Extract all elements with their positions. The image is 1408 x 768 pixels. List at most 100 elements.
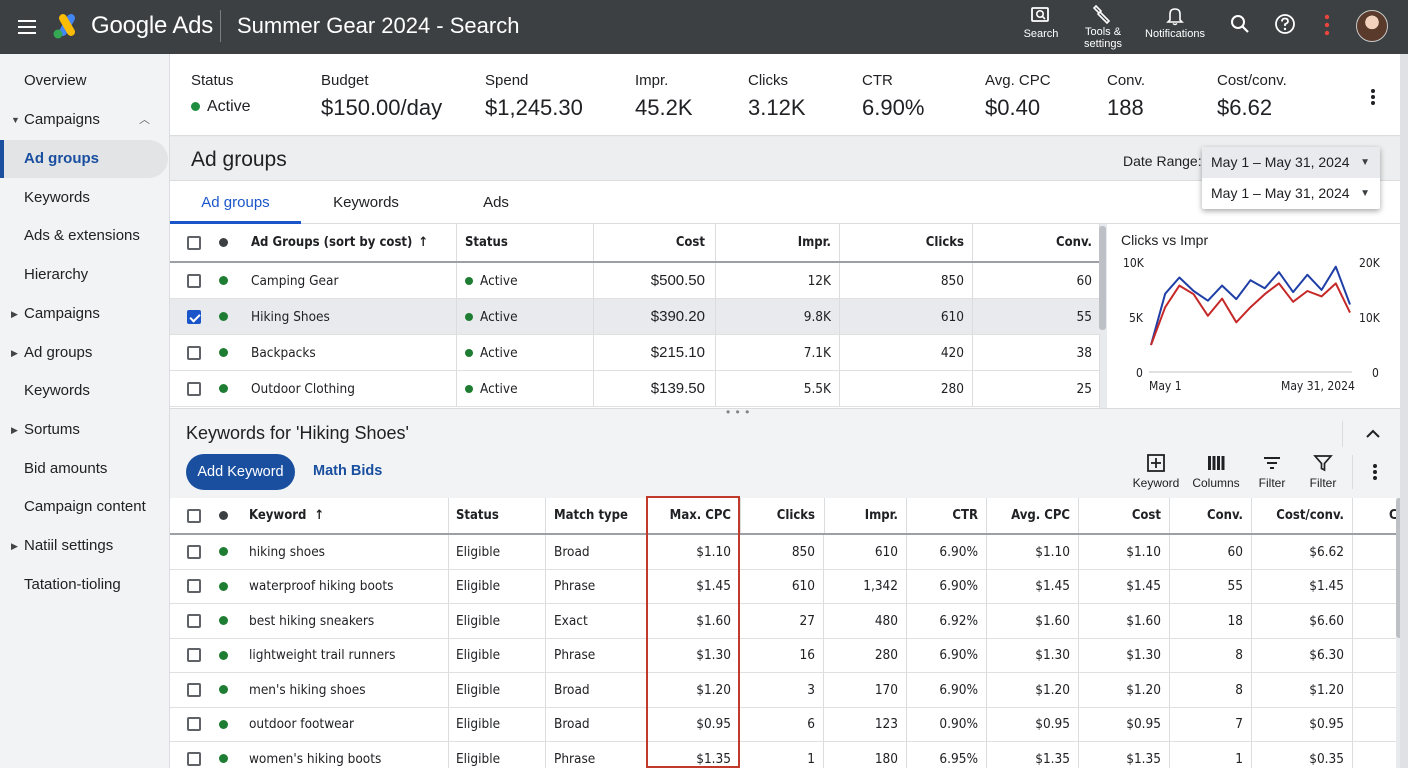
col-header-avg-cpc[interactable]: Avg. CPC (986, 498, 1070, 533)
nav-overview[interactable]: Overview (0, 62, 168, 100)
table-row[interactable]: Backpacks Active $215.10 7.1K 420 38 (170, 335, 1100, 371)
keyword-text-link[interactable]: waterproof hiking boots (249, 570, 393, 604)
col-header-clicks[interactable]: Clicks (740, 498, 815, 533)
checkbox-box[interactable] (187, 648, 201, 663)
tab-ad-groups[interactable]: Ad groups (170, 181, 301, 224)
nav-campaigns-section[interactable]: ▼ Campaigns ︿ (0, 101, 168, 139)
nav-natiil-settings[interactable]: ▶ Natiil settings (0, 527, 168, 565)
col-header-extra[interactable]: C (1389, 498, 1396, 533)
nav-hierarchy[interactable]: Hierarchy (0, 256, 168, 294)
select-all-checkbox[interactable] (187, 498, 201, 533)
checkbox-box[interactable] (187, 717, 201, 732)
collapse-panel-button[interactable] (1342, 421, 1400, 447)
chevron-up-icon[interactable]: ︿ (139, 101, 150, 139)
table-row[interactable]: Hiking Shoes Active $390.20 9.8K 610 55 (170, 299, 1100, 335)
checkbox-box[interactable] (187, 345, 201, 360)
notifications-action[interactable]: Notifications (1141, 6, 1209, 40)
checkbox-box[interactable] (187, 613, 201, 628)
tab-ads[interactable]: Ads (463, 181, 529, 224)
col-header-conv[interactable]: Conv. (1169, 498, 1243, 533)
search-action[interactable]: Search (1020, 6, 1062, 40)
keyword-text-link[interactable]: women's hiking boots (249, 742, 381, 768)
vertical-scrollbar[interactable] (1099, 226, 1106, 330)
user-avatar[interactable] (1356, 10, 1388, 42)
tools-settings-action[interactable]: Tools & settings (1079, 4, 1127, 50)
table-row[interactable]: lightweight trail runners Eligible Phrase $… (170, 638, 1396, 673)
stat-budget[interactable]: Budget $150.00/day (321, 72, 442, 121)
magnifier-icon[interactable] (1229, 13, 1251, 35)
table-row[interactable]: Camping Gear Active $500.50 12K 850 60 (170, 263, 1100, 299)
row-checkbox[interactable] (187, 299, 201, 334)
checkbox-box[interactable] (187, 309, 201, 324)
col-header-impr[interactable]: Impr. (824, 498, 898, 533)
resize-handle-icon[interactable]: • • • (726, 405, 750, 419)
ad-group-name-link[interactable]: Backpacks (251, 335, 316, 370)
checkbox-box[interactable] (187, 751, 201, 766)
nav-ad-groups-2[interactable]: ▶ Ad groups (0, 334, 168, 372)
table-row[interactable]: waterproof hiking boots Eligible Phrase $1.… (170, 569, 1396, 604)
table-row[interactable]: hiking shoes Eligible Broad $1.10 850 610 6.90… (170, 535, 1396, 570)
row-checkbox[interactable] (187, 535, 201, 569)
row-checkbox[interactable] (187, 604, 201, 638)
col-header-keyword[interactable]: Keyword ↑ (249, 498, 324, 533)
keyword-text-link[interactable]: outdoor footwear (249, 708, 354, 742)
col-header-cost[interactable]: Cost (1078, 498, 1161, 533)
ad-group-name-link[interactable]: Hiking Shoes (251, 299, 330, 334)
keyword-text-link[interactable]: hiking shoes (249, 535, 325, 569)
checkbox-box[interactable] (187, 682, 201, 697)
more-vert-alert-icon[interactable] (1320, 13, 1334, 37)
nav-keywords-2[interactable]: Keywords (0, 372, 168, 410)
row-checkbox[interactable] (187, 639, 201, 673)
ad-group-name-link[interactable]: Camping Gear (251, 263, 338, 298)
row-checkbox[interactable] (187, 371, 201, 406)
checkbox-box[interactable] (187, 235, 201, 250)
row-checkbox[interactable] (187, 742, 201, 768)
more-options-icon[interactable] (1370, 88, 1376, 106)
help-icon[interactable] (1274, 13, 1296, 35)
ad-group-name-link[interactable]: Outdoor Clothing (251, 371, 355, 406)
row-checkbox[interactable] (187, 708, 201, 742)
row-checkbox[interactable] (187, 335, 201, 370)
date-range-option[interactable]: May 1 – May 31, 2024 ▼ (1202, 178, 1380, 209)
table-row[interactable]: women's hiking boots Eligible Phrase $1.35 1… (170, 742, 1396, 768)
nav-sortums[interactable]: ▶ Sortums (0, 411, 168, 449)
col-header-status[interactable]: Status (456, 498, 499, 533)
row-checkbox[interactable] (187, 263, 201, 298)
brand-name[interactable]: Google Ads (91, 12, 213, 40)
table-row[interactable]: Outdoor Clothing Active $139.50 5.5K 280 25 (170, 371, 1100, 407)
col-header-match-type[interactable]: Match type (554, 498, 628, 533)
col-header-cost-conv[interactable]: Cost/conv. (1251, 498, 1344, 533)
funnel-filter-tool[interactable]: Filter (1304, 453, 1342, 490)
checkbox-box[interactable] (187, 579, 201, 594)
date-range-dropdown[interactable]: May 1 – May 31, 2024 ▼ May 1 – May 31, 20… (1202, 147, 1380, 209)
nav-tatation-tioling[interactable]: Tatation-tioling (0, 566, 168, 604)
row-checkbox[interactable] (187, 673, 201, 707)
date-range-option[interactable]: May 1 – May 31, 2024 ▼ (1202, 147, 1380, 178)
math-bids-link[interactable]: Math Bids (313, 463, 382, 479)
filter-tool[interactable]: Filter (1253, 453, 1291, 490)
col-header-status[interactable]: Status (465, 224, 508, 261)
row-checkbox[interactable] (187, 570, 201, 604)
tab-keywords[interactable]: Keywords (320, 181, 412, 224)
nav-ads-extensions[interactable]: Ads & extensions (0, 217, 168, 255)
nav-campaign-content[interactable]: Campaign content (0, 488, 168, 526)
google-ads-logo[interactable] (52, 12, 82, 40)
col-header-conv[interactable]: Conv. (972, 224, 1092, 261)
checkbox-box[interactable] (187, 508, 201, 523)
table-row[interactable]: best hiking sneakers Eligible Exact $1.60 27… (170, 604, 1396, 639)
hamburger-menu-icon[interactable] (14, 14, 40, 40)
table-row[interactable]: outdoor footwear Eligible Broad $0.95 6 123 0.… (170, 707, 1396, 742)
nav-campaigns[interactable]: ▶ Campaigns (0, 295, 168, 333)
col-header-ctr[interactable]: CTR (906, 498, 978, 533)
nav-bid-amounts[interactable]: Bid amounts (0, 450, 168, 488)
columns-tool[interactable]: Columns (1189, 453, 1243, 490)
keyword-text-link[interactable]: best hiking sneakers (249, 604, 374, 638)
checkbox-box[interactable] (187, 381, 201, 396)
keyword-text-link[interactable]: men's hiking shoes (249, 673, 366, 707)
table-row[interactable]: men's hiking shoes Eligible Broad $1.20 3 170… (170, 673, 1396, 708)
col-header-cost[interactable]: Cost (593, 224, 705, 261)
col-header-clicks[interactable]: Clicks (839, 224, 964, 261)
nav-keywords[interactable]: Keywords (0, 179, 168, 217)
select-all-checkbox[interactable] (187, 224, 201, 261)
add-keyword-button[interactable]: Add Keyword (186, 454, 295, 490)
